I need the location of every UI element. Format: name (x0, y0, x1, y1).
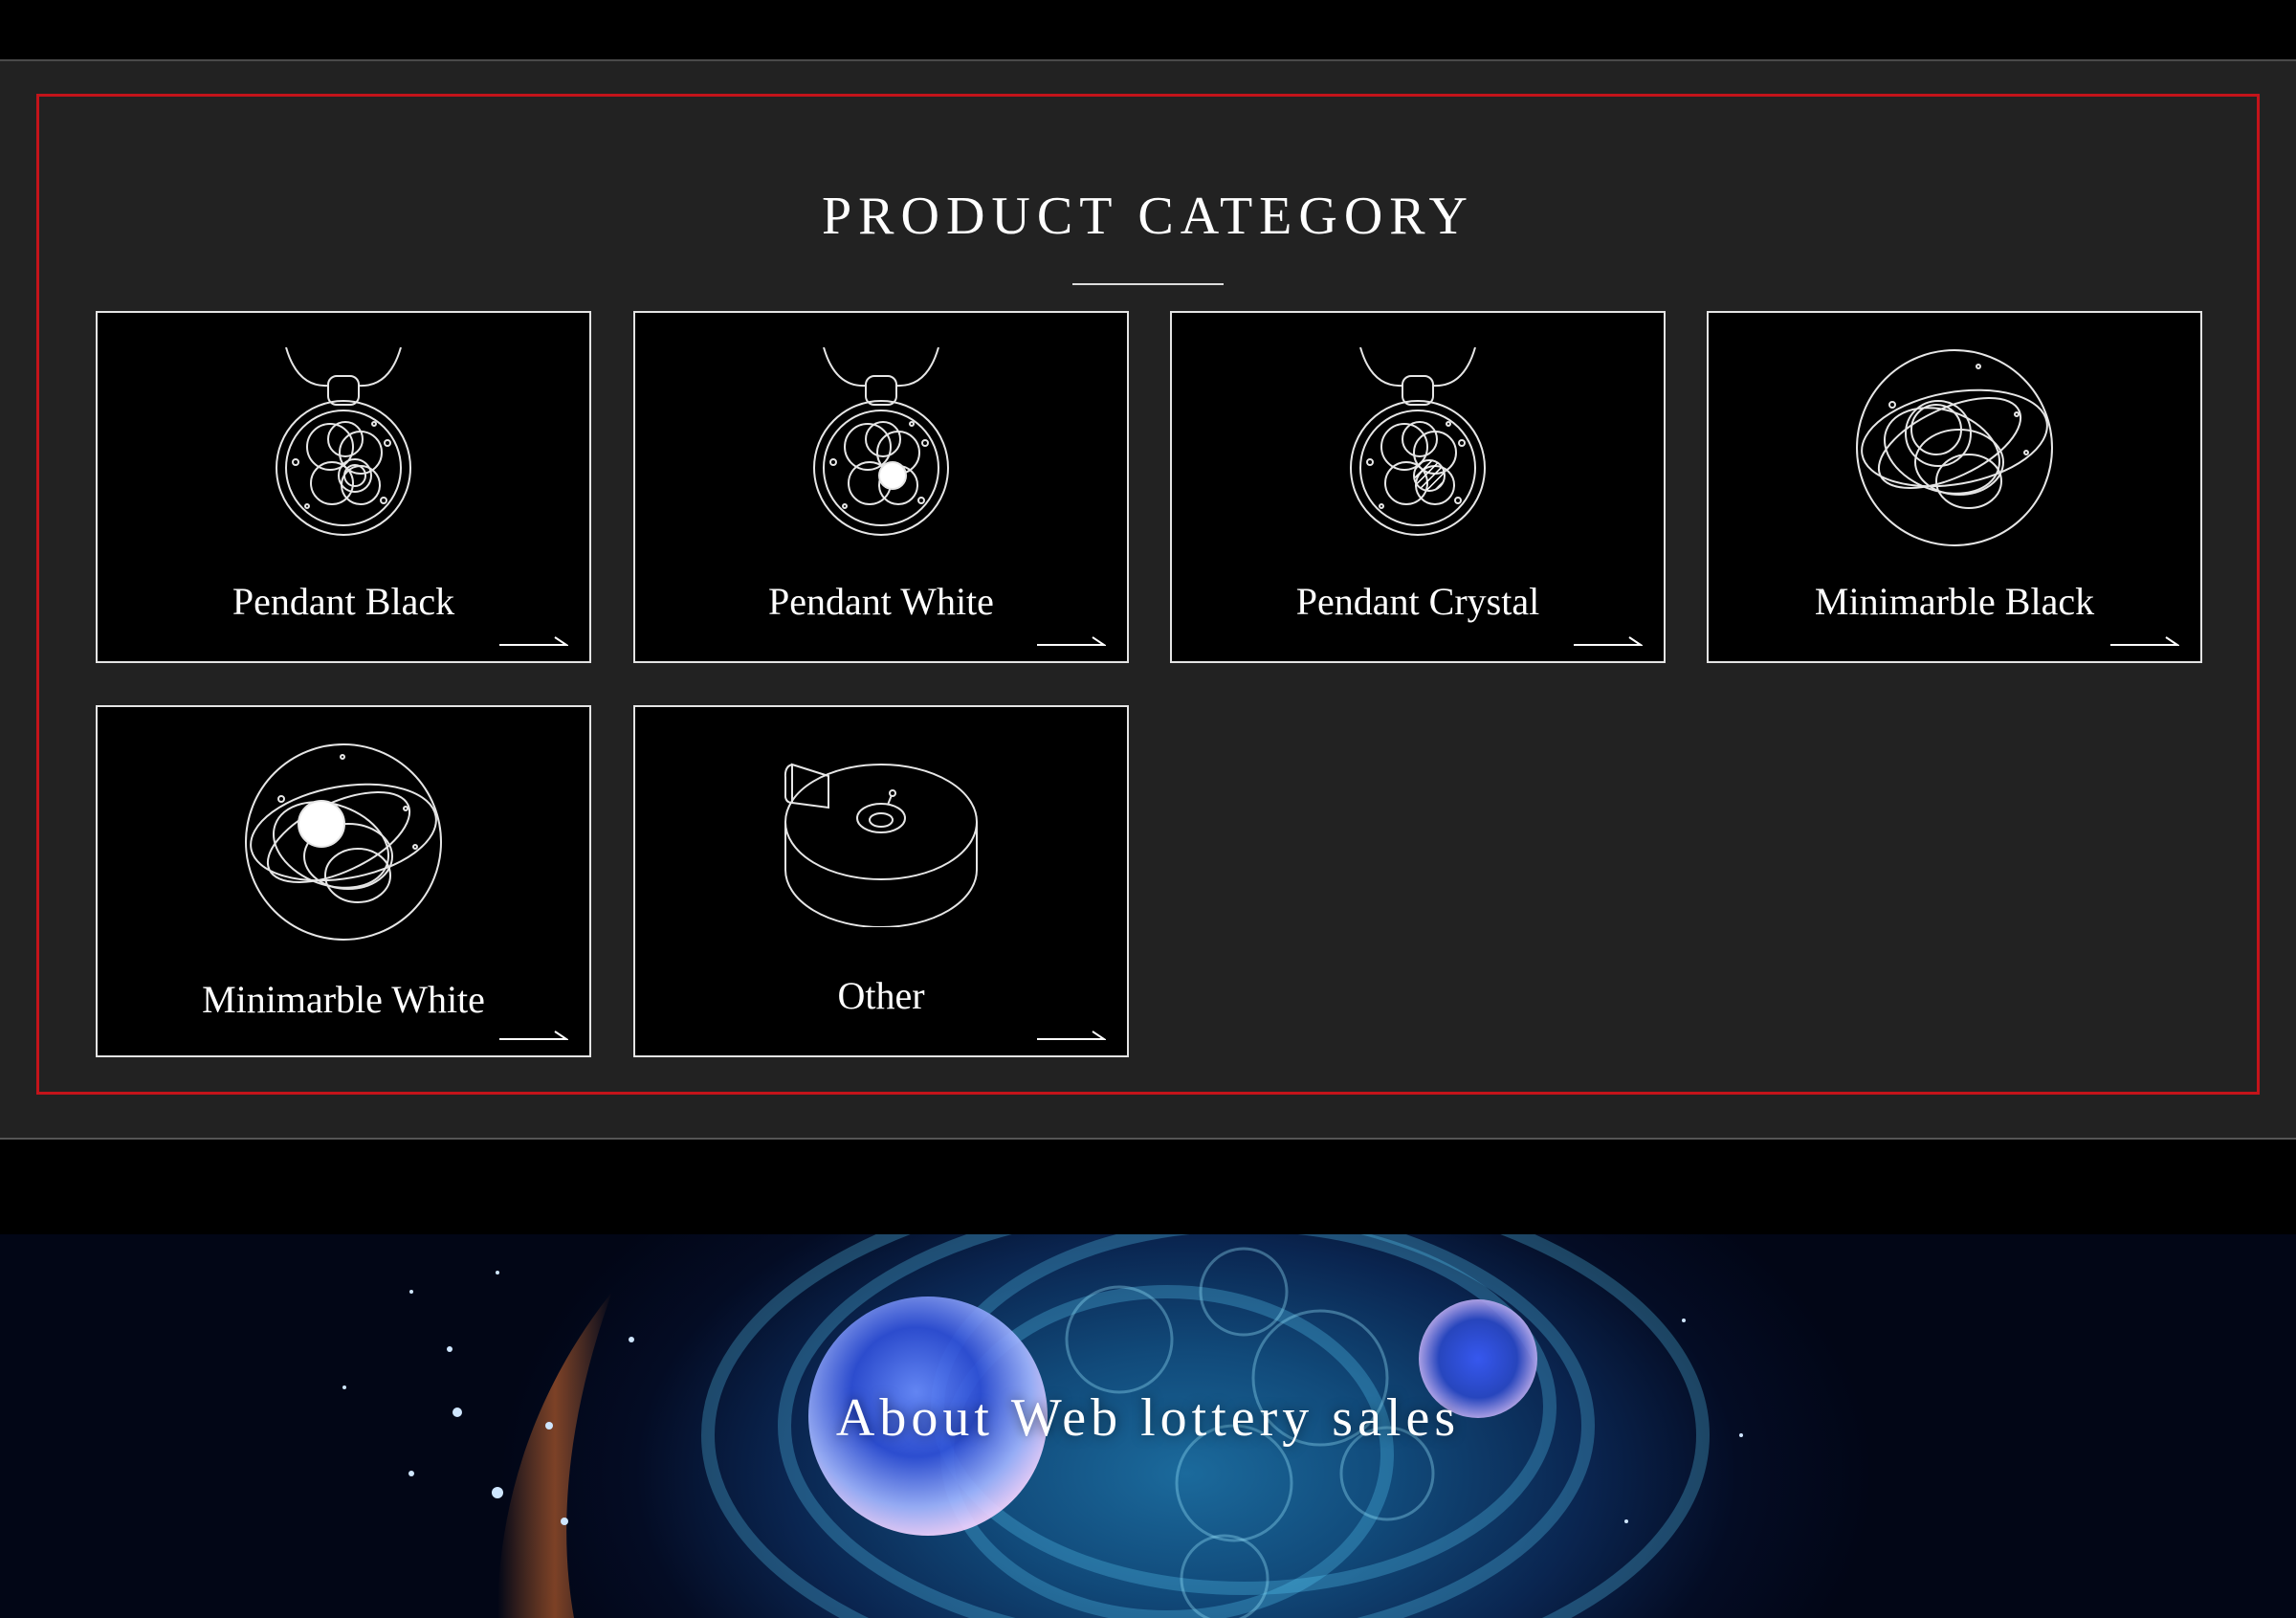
banner-title: About Web lottery sales (835, 1388, 1461, 1448)
minimarble-white-icon (243, 742, 444, 947)
top-bar (0, 0, 2296, 61)
category-card-pendant-white[interactable]: Pendant White (633, 311, 1129, 663)
pendant-black-icon (267, 346, 420, 563)
category-label: Pendant Black (232, 580, 455, 623)
arrow-right-icon (499, 1028, 570, 1046)
section-title: PRODUCT CATEGORY (822, 187, 1474, 246)
title-underline (1072, 283, 1224, 285)
arrow-right-icon (2110, 633, 2181, 652)
category-label: Other (837, 974, 925, 1017)
category-label: Pendant Crystal (1295, 580, 1540, 623)
arrow-right-icon (1037, 1028, 1108, 1046)
other-product-icon (781, 755, 982, 932)
category-card-other[interactable]: Other (633, 705, 1129, 1057)
category-label: Minimarble Black (1814, 580, 2095, 623)
product-category-section: PRODUCT CATEGORY Pendant Black Pendant W… (0, 61, 2296, 1140)
category-label: Pendant White (768, 580, 994, 623)
category-label: Minimarble White (202, 978, 485, 1021)
category-card-minimarble-black[interactable]: Minimarble Black (1707, 311, 2202, 663)
category-card-minimarble-white[interactable]: Minimarble White (96, 705, 591, 1057)
category-card-pendant-crystal[interactable]: Pendant Crystal (1170, 311, 1666, 663)
pendant-crystal-icon (1341, 346, 1494, 563)
category-card-pendant-black[interactable]: Pendant Black (96, 311, 591, 663)
arrow-right-icon (1037, 633, 1108, 652)
arrow-right-icon (499, 633, 570, 652)
arrow-right-icon (1574, 633, 1645, 652)
pendant-white-icon (805, 346, 958, 563)
web-lottery-banner[interactable]: About Web lottery sales (0, 1234, 2296, 1618)
minimarble-black-icon (1854, 347, 2055, 553)
